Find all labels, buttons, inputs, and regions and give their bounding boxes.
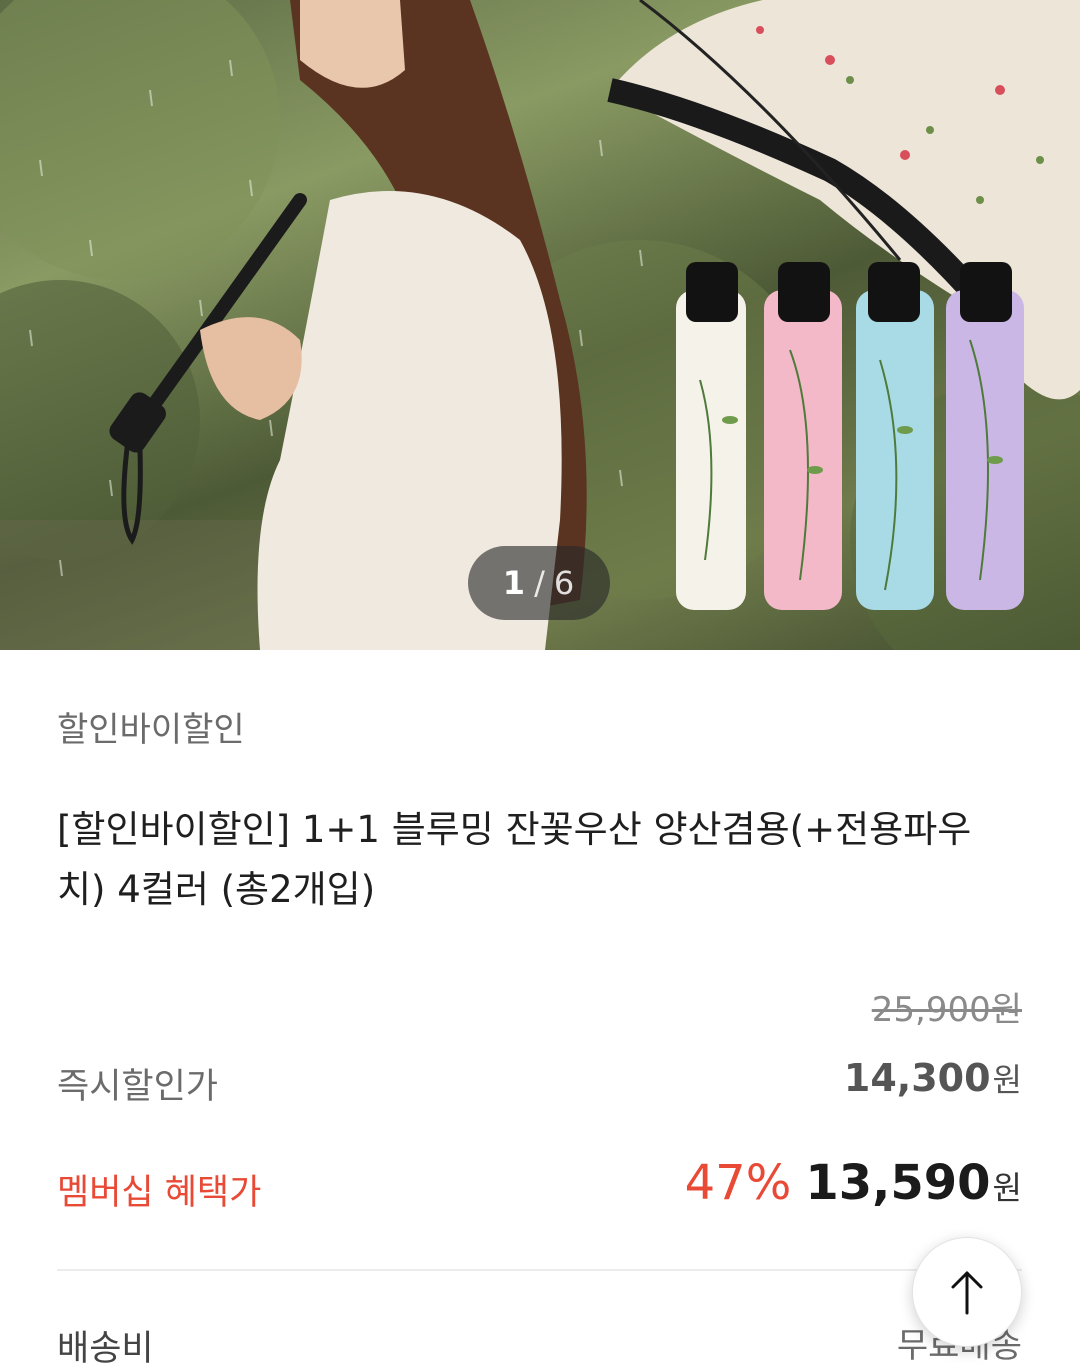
product-info: 할인바이할인 [할인바이할인] 1+1 블루밍 잔꽃우산 양산겸용(+전용파우치… [0, 650, 1080, 1369]
instant-price-amount: 14,300 [843, 1056, 991, 1100]
membership-price-amount: 13,590 [805, 1155, 991, 1211]
membership-price-label: 멤버십 혜택가 [57, 1173, 262, 1213]
instant-discount-label: 즉시할인가 [57, 1067, 219, 1107]
image-counter: 1 / 6 [468, 546, 610, 620]
original-price: 25,900원 [871, 990, 1022, 1030]
current-image-index: 1 [502, 564, 527, 602]
currency-unit: 원 [992, 1061, 1022, 1099]
counter-separator: / [534, 564, 546, 602]
brand-name[interactable]: 할인바이할인 [57, 702, 245, 751]
product-title: [할인바이할인] 1+1 블루밍 잔꽃우산 양산겸용(+전용파우치) 4컬러 (… [57, 808, 972, 911]
arrow-up-icon [951, 1271, 983, 1315]
membership-price: 47% 13,590원 [685, 1155, 1022, 1211]
currency-unit: 원 [992, 1169, 1022, 1207]
product-image-carousel[interactable]: 1 / 6 [0, 0, 1080, 650]
instant-discount-price: 14,300원 [844, 1055, 1022, 1101]
scroll-to-top-button[interactable] [912, 1237, 1022, 1347]
total-image-count: 6 [553, 564, 576, 602]
shipping-label: 배송비 [57, 1329, 154, 1369]
discount-rate: 47% [684, 1155, 792, 1211]
section-divider [57, 1269, 1022, 1271]
